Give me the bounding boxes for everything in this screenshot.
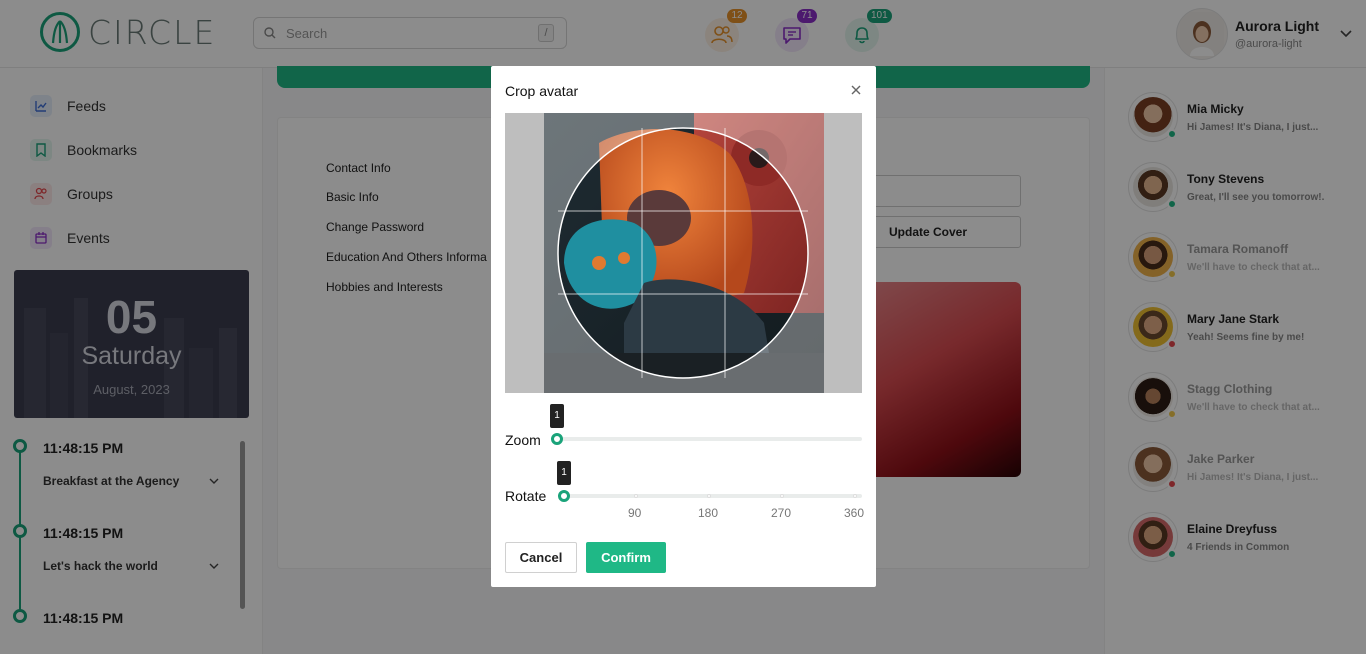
modal-title: Crop avatar — [505, 83, 579, 99]
rotate-tick-label: 90 — [628, 506, 642, 520]
cancel-button[interactable]: Cancel — [505, 542, 577, 573]
rotate-tick-label: 270 — [771, 506, 792, 520]
rotate-label: Rotate — [505, 488, 547, 504]
rotate-value-tooltip: 1 — [557, 461, 571, 485]
crop-guide-overlay — [505, 113, 862, 393]
rotate-tick — [853, 494, 857, 498]
rotate-tick — [780, 494, 784, 498]
zoom-slider-handle[interactable] — [551, 433, 563, 445]
rotate-slider-track[interactable] — [564, 494, 862, 498]
rotate-tick-label: 180 — [698, 506, 719, 520]
zoom-label: Zoom — [505, 432, 541, 448]
rotate-slider-handle[interactable] — [558, 490, 570, 502]
crop-avatar-modal: Crop avatar Zoom 1 Rotate 1 90 180 270 3… — [491, 66, 876, 587]
rotate-tick-label: 360 — [844, 506, 865, 520]
zoom-value-tooltip: 1 — [550, 404, 564, 428]
zoom-slider-track[interactable] — [557, 437, 862, 441]
crop-area[interactable] — [505, 113, 862, 393]
rotate-tick — [707, 494, 711, 498]
rotate-tick — [634, 494, 638, 498]
confirm-button[interactable]: Confirm — [586, 542, 666, 573]
close-icon[interactable] — [848, 82, 864, 98]
